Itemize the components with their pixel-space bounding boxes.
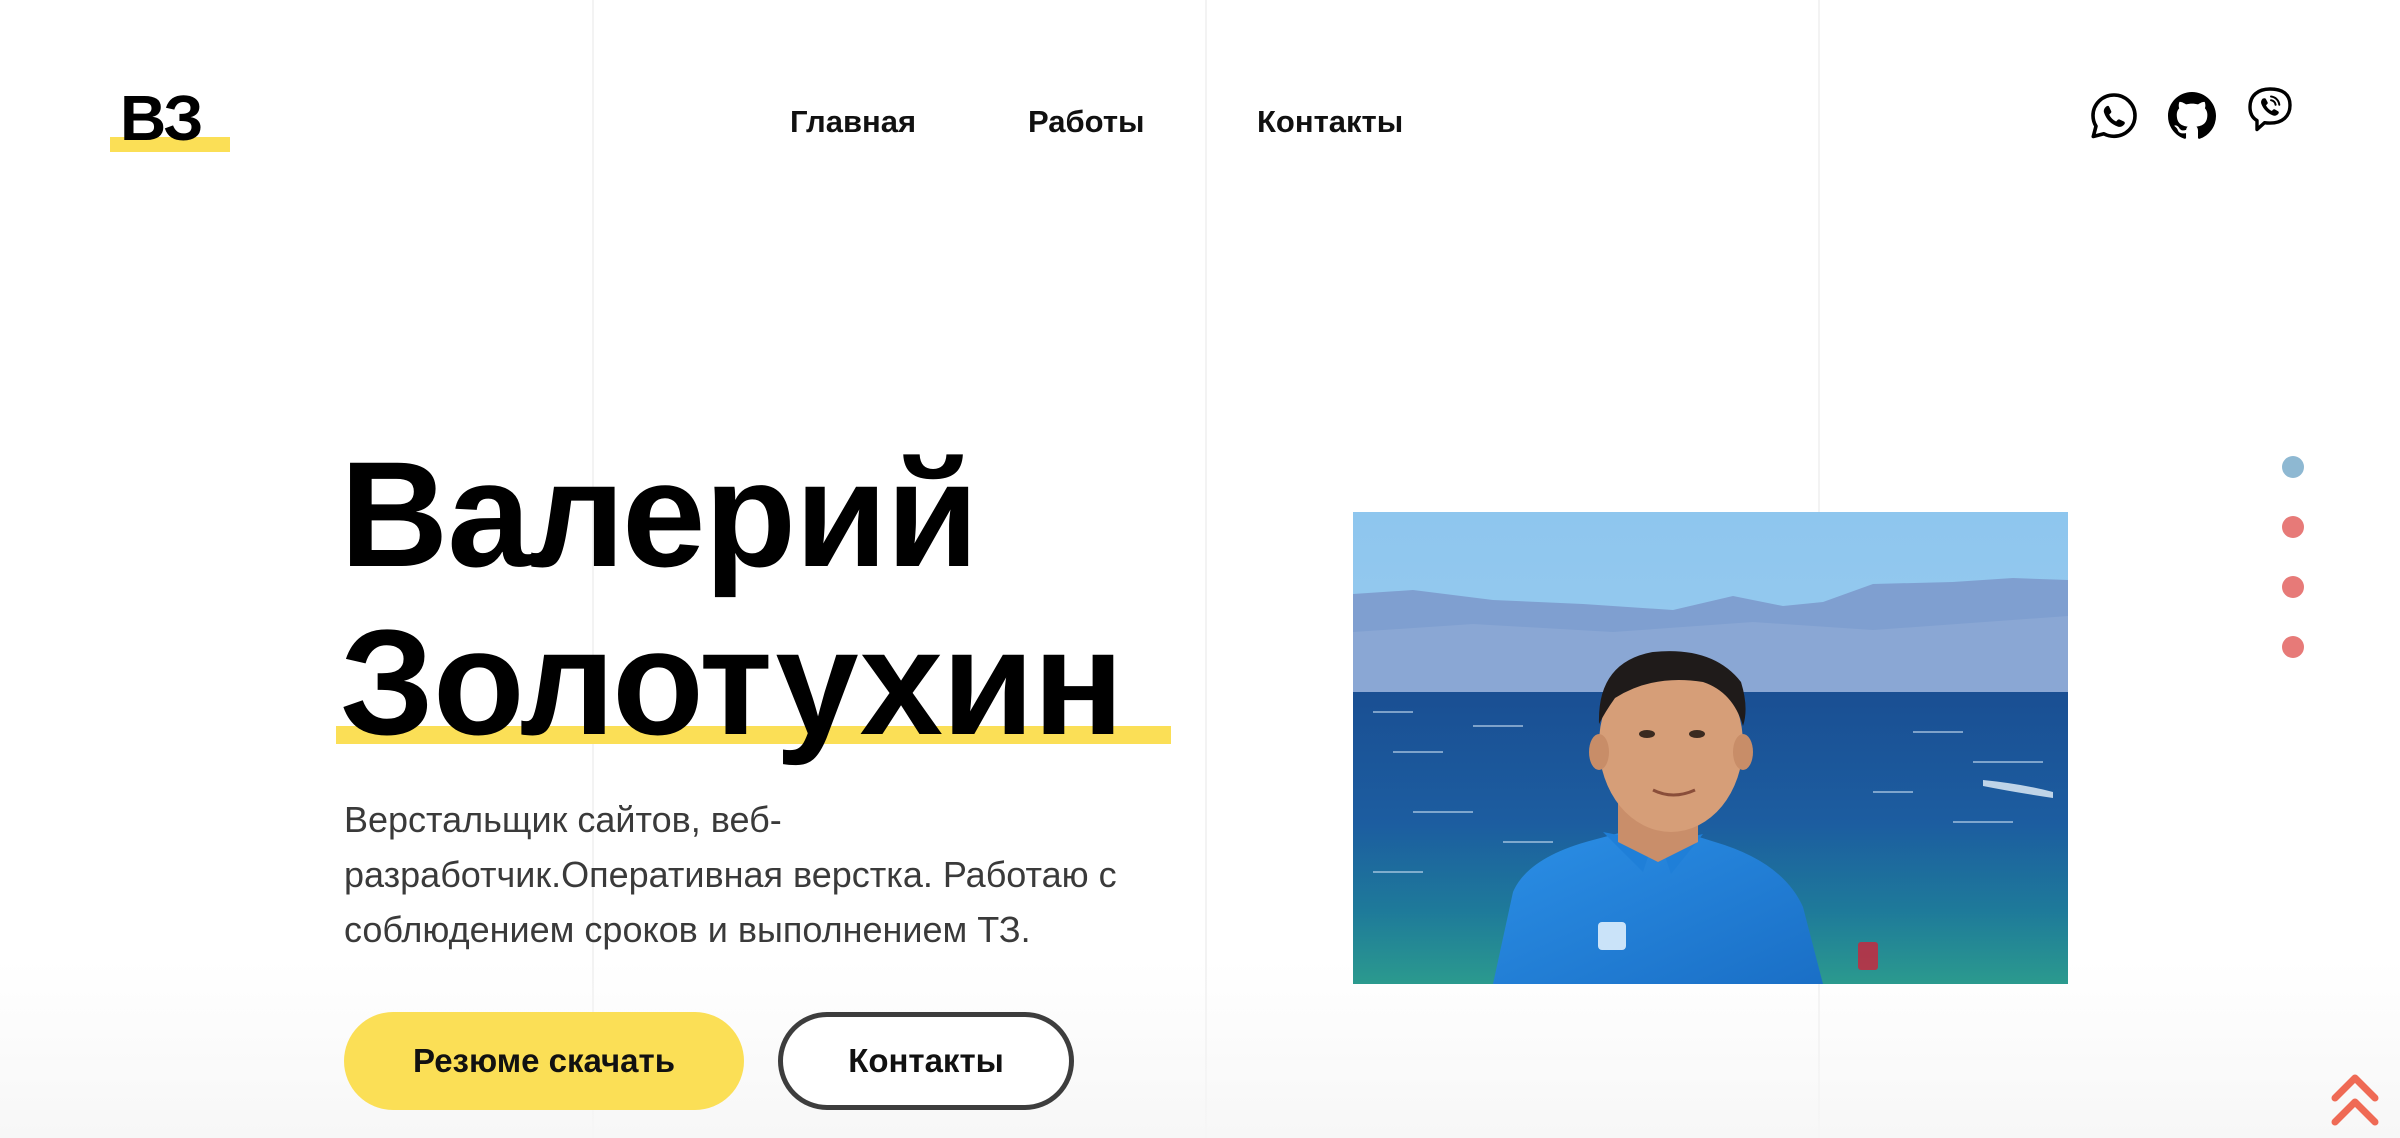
nav-item-home[interactable]: Главная [790,100,916,144]
logo[interactable]: ВЗ [110,86,230,154]
page: ВЗ Главная Работы Контакты Валерий Золот… [0,0,2400,1138]
social-links [2088,87,2298,146]
hero-first-name: Валерий [340,430,979,598]
pagination-dot[interactable] [2282,516,2304,538]
whatsapp-icon[interactable] [2088,90,2140,142]
resume-download-button[interactable]: Резюме скачать [344,1012,744,1110]
pagination-dot-active[interactable] [2282,456,2304,478]
hero-last-name: Золотухин [340,598,1124,766]
nav-item-contacts[interactable]: Контакты [1257,100,1403,144]
logo-text: ВЗ [120,82,203,154]
viber-icon[interactable] [2244,86,2296,138]
scroll-to-top-icon[interactable] [2330,1072,2380,1132]
contacts-button[interactable]: Контакты [778,1012,1074,1110]
pagination-dot[interactable] [2282,636,2304,658]
hero-description: Верстальщик сайтов, веб-разработчик.Опер… [344,799,1117,950]
nav-item-works[interactable]: Работы [1028,100,1144,144]
hero-title: Валерий Золотухин [340,430,1240,766]
github-icon[interactable] [2166,90,2218,142]
portrait-photo [1353,512,2068,984]
pagination-dot[interactable] [2282,576,2304,598]
